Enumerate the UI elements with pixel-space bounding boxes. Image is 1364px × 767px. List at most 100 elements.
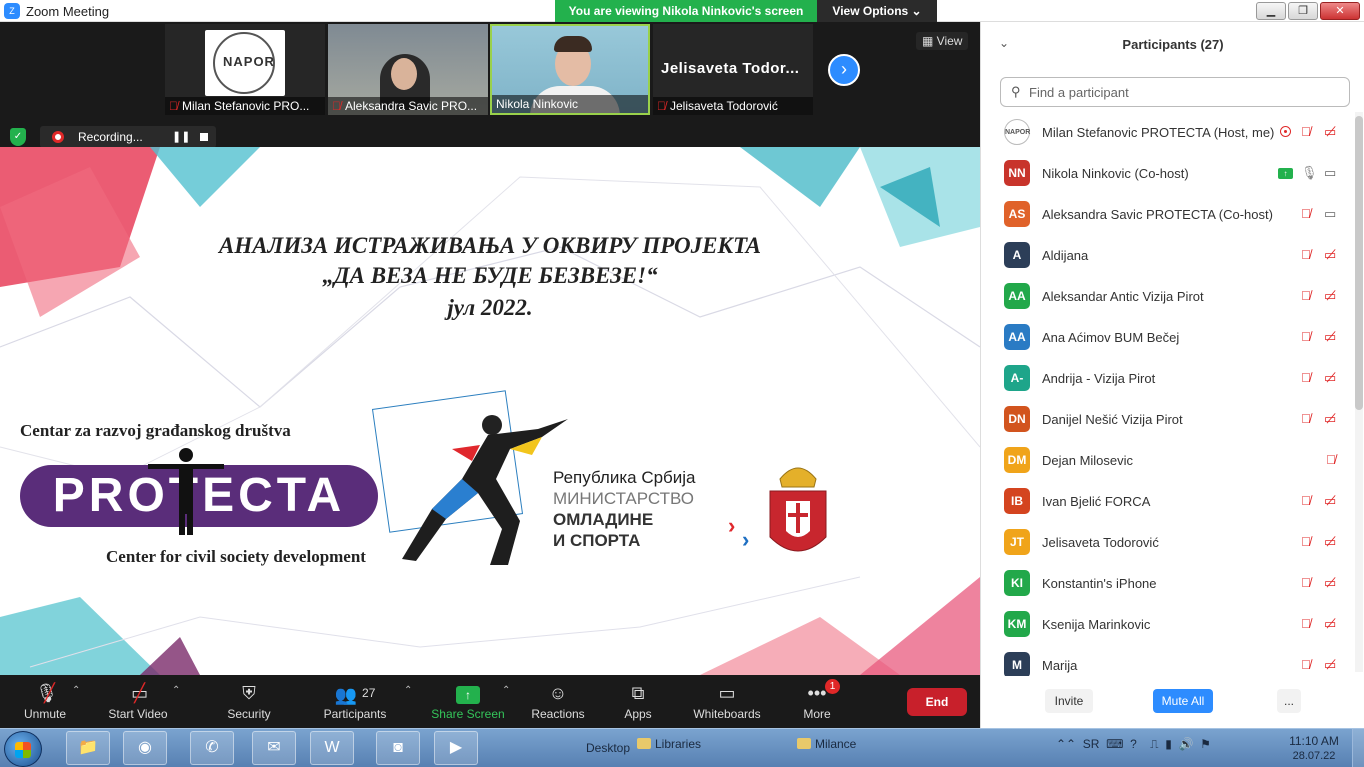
participant-row[interactable]: KI Konstantin's iPhone 🎙̸ ▭̸	[981, 566, 1353, 607]
participant-row[interactable]: A Aldijana 🎙̸ ▭̸	[981, 238, 1353, 279]
next-page-icon[interactable]: ›	[828, 54, 860, 86]
video-off-icon[interactable]: ▭̸	[1324, 411, 1336, 427]
thunderbird-taskbar-icon[interactable]: ✉	[252, 731, 296, 765]
libraries-shortcut[interactable]: Libraries	[637, 737, 701, 751]
more-button[interactable]: ••• More 1	[800, 679, 840, 721]
zoom-window: Z Zoom Meeting You are viewing Nikola Ni…	[0, 0, 1364, 767]
participant-row[interactable]: NAPOR Milan Stefanovic PROTECTA (Host, me…	[981, 115, 1353, 156]
video-caret-icon[interactable]: ⌃	[172, 685, 180, 696]
video-tile-jelisaveta[interactable]: Jelisaveta Todor... 🎙̸ Jelisaveta Todorov…	[653, 24, 813, 115]
desktop-toolbar-label[interactable]: Desktop	[586, 741, 630, 755]
video-icon[interactable]: ▭	[1324, 206, 1336, 222]
participant-name: Marija	[1042, 658, 1078, 673]
tile-name: Aleksandra Savic PRO...	[345, 99, 478, 113]
mic-muted-icon[interactable]: 🎙̸	[1301, 411, 1311, 426]
participant-row[interactable]: NN Nikola Ninkovic (Co-host) ↑ 🎙 ▭	[981, 156, 1353, 197]
share-caret-icon[interactable]: ⌃	[502, 685, 510, 696]
video-off-icon[interactable]: ▭̸	[1324, 288, 1336, 304]
unmute-button[interactable]: 🎙╱ Unmute ⌃	[16, 679, 80, 721]
mic-muted-icon[interactable]: 🎙̸	[1301, 534, 1311, 549]
help-icon[interactable]: ?	[1130, 737, 1137, 751]
video-off-icon[interactable]: ▭̸	[1324, 534, 1336, 550]
mic-muted-icon[interactable]: 🎙̸	[1301, 575, 1311, 590]
video-off-icon[interactable]: ▭̸	[1324, 616, 1336, 632]
avatar: DM	[1004, 447, 1030, 473]
mic-muted-icon[interactable]: 🎙̸	[1301, 370, 1311, 385]
participant-row[interactable]: JT Jelisaveta Todorović 🎙̸ ▭̸	[981, 525, 1353, 566]
participant-row[interactable]: KM Ksenija Marinkovic 🎙̸ ▭̸	[981, 607, 1353, 648]
milance-shortcut[interactable]: Milance	[797, 737, 856, 751]
participant-row[interactable]: M Marija 🎙̸ ▭̸	[981, 648, 1353, 676]
tray-expand-icon[interactable]: ⌃⌃	[1056, 737, 1076, 751]
camera-taskbar-icon[interactable]: ◙	[376, 731, 420, 765]
participant-name: Andrija - Vizija Pirot	[1042, 371, 1156, 386]
participant-row[interactable]: IB Ivan Bjelić FORCA 🎙̸ ▭̸	[981, 484, 1353, 525]
share-screen-button[interactable]: ↑ Share Screen ⌃	[430, 679, 510, 721]
participants-caret-icon[interactable]: ⌃	[404, 685, 412, 696]
participant-row[interactable]: A- Andrija - Vizija Pirot 🎙̸ ▭̸	[981, 361, 1353, 402]
volume-icon[interactable]: 🔊	[1179, 737, 1194, 751]
participant-row[interactable]: AA Ana Aćimov BUM Bečej 🎙̸ ▭̸	[981, 320, 1353, 361]
start-video-button[interactable]: ▭╱ Start Video ⌃	[104, 679, 180, 721]
viber-taskbar-icon[interactable]: ✆	[190, 731, 234, 765]
participant-scrollbar[interactable]	[1355, 112, 1363, 672]
show-desktop-button[interactable]	[1352, 729, 1364, 767]
minimize-button[interactable]: ▁	[1256, 2, 1286, 20]
network-icon[interactable]: ▮	[1165, 737, 1172, 751]
apps-button[interactable]: ⧉ Apps	[620, 679, 656, 721]
participant-row[interactable]: AA Aleksandar Antic Vizija Pirot 🎙̸ ▭̸	[981, 279, 1353, 320]
mic-muted-icon[interactable]: 🎙̸	[1301, 616, 1311, 631]
mute-all-button[interactable]: Mute All	[1153, 689, 1213, 713]
word-taskbar-icon[interactable]: W	[310, 731, 354, 765]
participant-search-input[interactable]	[1029, 83, 1339, 101]
language-indicator[interactable]: SR	[1083, 737, 1100, 751]
participant-row[interactable]: AS Aleksandra Savic PROTECTA (Co-host) 🎙̸ ▭	[981, 197, 1353, 238]
mic-muted-icon[interactable]: 🎙̸	[1301, 124, 1311, 139]
participants-button[interactable]: 👥 27 Participants ⌃	[318, 679, 413, 721]
action-center-icon[interactable]: ⚑	[1200, 737, 1211, 751]
mic-muted-icon[interactable]: 🎙̸	[1301, 657, 1311, 672]
mic-muted-icon[interactable]: 🎙̸	[1326, 452, 1336, 467]
reactions-button[interactable]: ☺ Reactions	[530, 679, 586, 721]
maximize-button[interactable]: ❐	[1288, 2, 1318, 20]
explorer-taskbar-icon[interactable]: 📁	[66, 731, 110, 765]
view-options-button[interactable]: View Options ⌄	[817, 0, 937, 22]
mic-muted-icon[interactable]: 🎙̸	[1301, 288, 1311, 303]
video-tile-milan[interactable]: NAPOR 🎙̸ Milan Stefanovic PRO...	[165, 24, 325, 115]
unmute-caret-icon[interactable]: ⌃	[72, 685, 80, 696]
participant-row[interactable]: DN Danijel Nešić Vizija Pirot 🎙̸ ▭̸	[981, 402, 1353, 443]
close-button[interactable]: ✕	[1320, 2, 1360, 20]
video-off-icon[interactable]: ▭̸	[1324, 657, 1336, 673]
start-button[interactable]	[4, 731, 42, 767]
mic-muted-icon[interactable]: 🎙̸	[1301, 329, 1311, 344]
video-off-icon[interactable]: ▭̸	[1324, 370, 1336, 386]
video-tile-nikola[interactable]: Nikola Ninkovic	[490, 24, 650, 115]
scrollbar-thumb[interactable]	[1355, 116, 1363, 410]
end-meeting-button[interactable]: End	[907, 688, 967, 716]
whiteboards-button[interactable]: ▭ Whiteboards	[690, 679, 764, 721]
keyboard-icon[interactable]: ⌨	[1106, 737, 1123, 751]
mic-muted-icon[interactable]: 🎙̸	[1301, 493, 1311, 508]
zoom-taskbar-icon[interactable]: ▶	[434, 731, 478, 765]
video-off-icon[interactable]: ▭̸	[1324, 124, 1336, 140]
video-off-icon[interactable]: ▭̸	[1324, 575, 1336, 591]
video-off-icon[interactable]: ▭̸	[1324, 493, 1336, 509]
video-icon[interactable]: ▭	[1324, 165, 1336, 181]
video-tile-aleksandra[interactable]: 🎙̸ Aleksandra Savic PRO...	[328, 24, 488, 115]
video-off-icon[interactable]: ▭̸	[1324, 329, 1336, 345]
mic-icon[interactable]: 🎙	[1301, 165, 1318, 181]
invite-button[interactable]: Invite	[1045, 689, 1093, 713]
participant-row[interactable]: DM Dejan Milosevic 🎙̸	[981, 443, 1353, 484]
mic-muted-icon[interactable]: 🎙̸	[1301, 247, 1311, 262]
mic-muted-icon[interactable]: 🎙̸	[1301, 206, 1311, 221]
video-off-icon[interactable]: ▭̸	[1324, 247, 1336, 263]
clock[interactable]: 11:10 AM 28.07.22	[1288, 734, 1340, 764]
security-button[interactable]: ⛨ Security	[222, 679, 276, 721]
panel-more-button[interactable]: ...	[1277, 689, 1301, 713]
ministry-text: Република Србија МИНИСТАРСТВО ОМЛАДИНЕ И…	[553, 468, 696, 550]
firefox-taskbar-icon[interactable]: ◉	[123, 731, 167, 765]
usb-icon[interactable]: ⎍	[1150, 737, 1158, 751]
pause-recording-button[interactable]: ❚❚	[172, 130, 190, 143]
stop-recording-button[interactable]	[200, 133, 208, 141]
view-button[interactable]: ▦ View	[916, 32, 969, 50]
